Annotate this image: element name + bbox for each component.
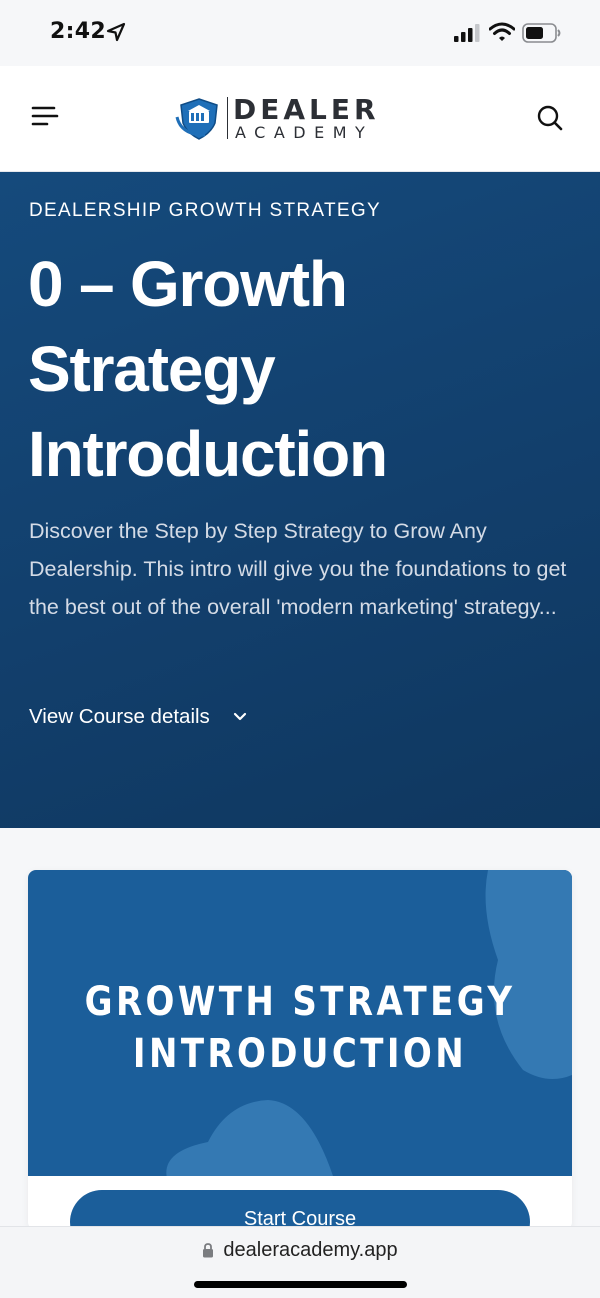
home-indicator (194, 1281, 407, 1288)
course-hero: DEALERSHIP GROWTH STRATEGY 0 – Growth St… (0, 172, 600, 828)
hamburger-menu-icon[interactable] (30, 104, 60, 130)
shield-logo-icon (175, 98, 218, 140)
course-description: Discover the Step by Step Strategy to Gr… (29, 519, 567, 619)
course-banner-line-2: INTRODUCTION (132, 1031, 468, 1077)
view-course-details-label: View Course details (29, 705, 210, 728)
url-text: dealeracademy.app (223, 1239, 398, 1261)
status-time: 2:42 (50, 19, 106, 44)
start-course-button[interactable]: Start Course (70, 1190, 530, 1230)
course-banner-image: GROWTH STRATEGY INTRODUCTION (28, 870, 572, 1176)
wifi-icon (489, 22, 515, 41)
cellular-signal-icon (454, 24, 480, 42)
course-banner-line-1: GROWTH STRATEGY (84, 979, 516, 1025)
view-course-details-toggle[interactable]: View Course details (29, 705, 248, 729)
dealer-academy-logo[interactable]: DEALER ACADEMY (175, 93, 425, 145)
logo-text-academy: ACADEMY (235, 123, 374, 142)
logo-divider (227, 97, 228, 139)
decorative-blob-bottom (166, 1100, 333, 1176)
site-header: DEALER ACADEMY (0, 66, 600, 172)
status-bar: 2:42 (0, 0, 600, 66)
search-icon[interactable] (536, 104, 564, 132)
browser-url-bar[interactable]: dealeracademy.app (0, 1226, 600, 1298)
lock-icon (203, 1243, 214, 1258)
course-title: 0 – Growth Strategy Introduction (28, 248, 388, 490)
course-banner-title: GROWTH STRATEGY INTRODUCTION (69, 976, 531, 1080)
chevron-down-icon (233, 712, 246, 721)
logo-text-dealer: DEALER (233, 93, 380, 126)
battery-icon (522, 23, 561, 43)
course-card: GROWTH STRATEGY INTRODUCTION Start Cours… (28, 870, 572, 1230)
location-arrow-icon (106, 22, 126, 42)
course-category: DEALERSHIP GROWTH STRATEGY (29, 200, 381, 221)
